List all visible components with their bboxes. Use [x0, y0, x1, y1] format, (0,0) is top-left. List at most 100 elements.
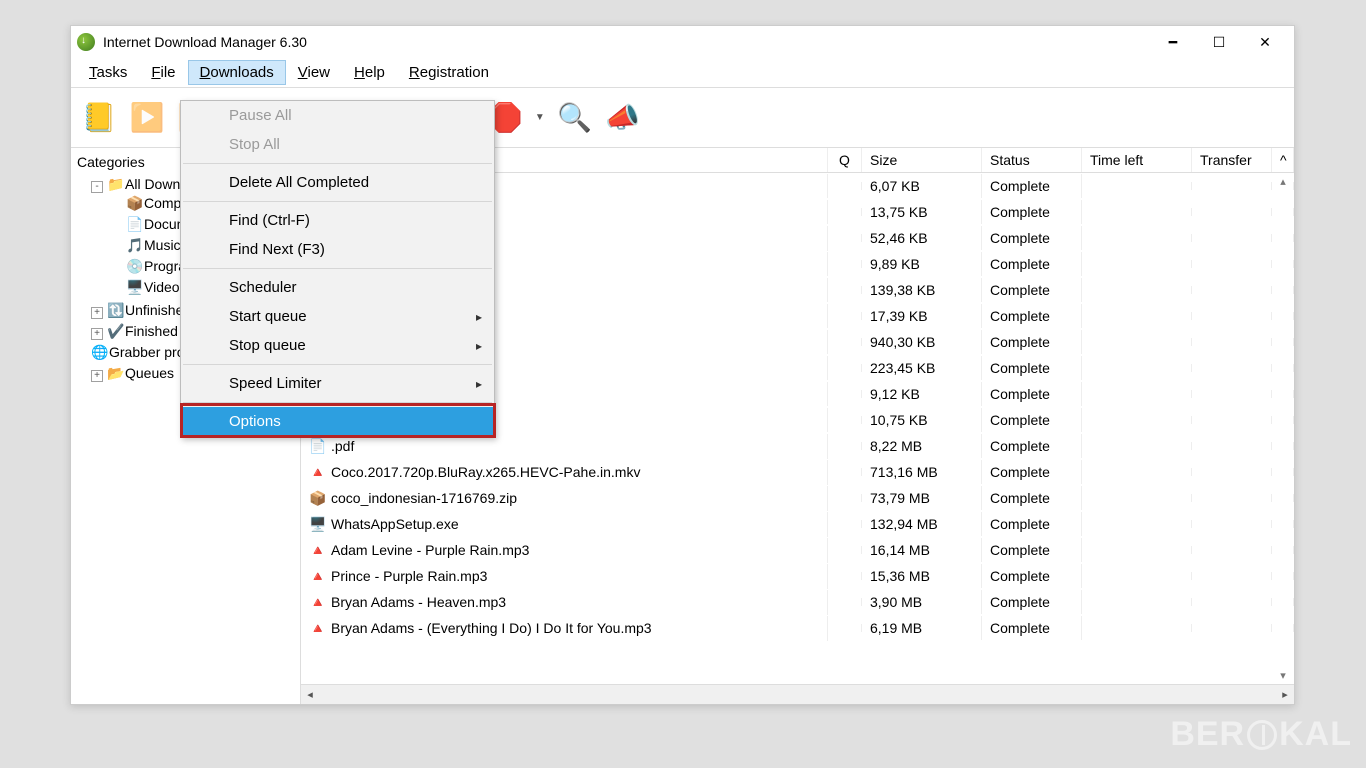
- menu-file[interactable]: File: [139, 60, 187, 85]
- menu-item-delete-all-completed[interactable]: Delete All Completed: [181, 168, 494, 197]
- file-size: 3,90 MB: [862, 590, 982, 614]
- list-row[interactable]: 🖥️WhatsAppSetup.exe132,94 MBComplete: [301, 511, 1294, 537]
- tree-node-icon: 🎵: [126, 237, 144, 254]
- tree-node-icon: ✔️: [107, 323, 125, 340]
- file-size: 9,89 KB: [862, 252, 982, 276]
- submenu-arrow-icon: ▸: [476, 377, 482, 391]
- scroll-right-icon[interactable]: ▸: [1276, 688, 1294, 701]
- maximize-button[interactable]: ☐: [1196, 28, 1242, 56]
- file-status: Complete: [982, 590, 1082, 614]
- close-button[interactable]: ✕: [1242, 28, 1288, 56]
- window-title: Internet Download Manager 6.30: [103, 34, 1150, 50]
- list-row[interactable]: 🔺Bryan Adams - (Everything I Do) I Do It…: [301, 615, 1294, 641]
- tree-node-icon: 📂: [107, 365, 125, 382]
- file-size: 73,79 MB: [862, 486, 982, 510]
- file-status: Complete: [982, 226, 1082, 250]
- file-status: Complete: [982, 564, 1082, 588]
- title-bar: Internet Download Manager 6.30 ━ ☐ ✕: [71, 26, 1294, 58]
- file-size: 17,39 KB: [862, 304, 982, 328]
- file-status: Complete: [982, 460, 1082, 484]
- menu-item-options[interactable]: Options: [181, 407, 494, 436]
- tree-node-icon: 🌐: [91, 344, 109, 361]
- toolbar-resume[interactable]: ▶️: [125, 96, 169, 140]
- menu-item-speed-limiter[interactable]: Speed Limiter▸: [181, 369, 494, 398]
- tree-expander-icon[interactable]: -: [91, 181, 103, 193]
- menu-item-scheduler[interactable]: Scheduler: [181, 273, 494, 302]
- file-type-icon: 📦: [309, 490, 327, 507]
- tree-node-icon: 📦: [126, 195, 144, 212]
- menu-registration[interactable]: Registration: [397, 60, 501, 85]
- scroll-left-icon[interactable]: ◂: [301, 688, 319, 701]
- submenu-arrow-icon: ▸: [476, 339, 482, 353]
- horizontal-scrollbar[interactable]: ◂ ▸: [301, 684, 1294, 704]
- menu-view[interactable]: View: [286, 60, 342, 85]
- tree-node-icon: 🔃: [107, 302, 125, 319]
- tree-expander-icon[interactable]: +: [91, 370, 103, 382]
- file-size: 16,14 MB: [862, 538, 982, 562]
- menu-downloads[interactable]: Downloads: [188, 60, 286, 85]
- tree-node-label: Finished: [125, 323, 178, 339]
- list-row[interactable]: 🔺Bryan Adams - Heaven.mp33,90 MBComplete: [301, 589, 1294, 615]
- file-size: 8,22 MB: [862, 434, 982, 458]
- toolbar-tell-friend[interactable]: 📣: [601, 96, 645, 140]
- tree-node-label: Queues: [125, 365, 174, 381]
- file-status: Complete: [982, 330, 1082, 354]
- list-row[interactable]: 🔺Prince - Purple Rain.mp315,36 MBComplet…: [301, 563, 1294, 589]
- menu-help[interactable]: Help: [342, 60, 397, 85]
- menu-bar: TasksFileDownloadsViewHelpRegistration: [71, 58, 1294, 88]
- file-status: Complete: [982, 252, 1082, 276]
- file-type-icon: 🔺: [309, 464, 327, 481]
- toolbar-stop-queue-arrow[interactable]: ▼: [531, 112, 549, 123]
- menu-separator: [183, 364, 492, 365]
- col-q[interactable]: Q: [828, 148, 862, 172]
- file-type-icon: 📄: [309, 438, 327, 455]
- tree-expander-icon[interactable]: +: [91, 307, 103, 319]
- tree-node-label: Video: [144, 279, 180, 295]
- file-type-icon: 🔺: [309, 594, 327, 611]
- watermark-text-2: KAL: [1279, 715, 1352, 754]
- col-transfer[interactable]: Transfer: [1192, 148, 1272, 172]
- file-name: Prince - Purple Rain.mp3: [331, 568, 487, 584]
- watermark-logo: BER KAL: [1170, 715, 1352, 754]
- menu-item-start-queue[interactable]: Start queue▸: [181, 302, 494, 331]
- toolbar-grabber[interactable]: 🔍: [553, 96, 597, 140]
- file-status: Complete: [982, 304, 1082, 328]
- submenu-arrow-icon: ▸: [476, 310, 482, 324]
- menu-separator: [183, 201, 492, 202]
- toolbar-add-url[interactable]: 📒: [77, 96, 121, 140]
- file-size: 139,38 KB: [862, 278, 982, 302]
- menu-item-stop-queue[interactable]: Stop queue▸: [181, 331, 494, 360]
- menu-tasks[interactable]: Tasks: [77, 60, 139, 85]
- file-status: Complete: [982, 408, 1082, 432]
- file-name: WhatsAppSetup.exe: [331, 516, 459, 532]
- menu-separator: [183, 268, 492, 269]
- menu-separator: [183, 163, 492, 164]
- file-size: 52,46 KB: [862, 226, 982, 250]
- file-name: Coco.2017.720p.BluRay.x265.HEVC-Pahe.in.…: [331, 464, 640, 480]
- col-time[interactable]: Time left: [1082, 148, 1192, 172]
- file-status: Complete: [982, 486, 1082, 510]
- file-size: 10,75 KB: [862, 408, 982, 432]
- window-controls: ━ ☐ ✕: [1150, 28, 1288, 56]
- watermark-text-1: BER: [1170, 715, 1245, 754]
- file-status: Complete: [982, 538, 1082, 562]
- file-name: coco_indonesian-1716769.zip: [331, 490, 517, 506]
- col-status[interactable]: Status: [982, 148, 1082, 172]
- list-row[interactable]: 🔺Adam Levine - Purple Rain.mp316,14 MBCo…: [301, 537, 1294, 563]
- file-size: 223,45 KB: [862, 356, 982, 380]
- file-status: Complete: [982, 616, 1082, 640]
- vertical-scrollbar[interactable]: ▴▾: [1274, 173, 1292, 684]
- list-row[interactable]: 🔺Coco.2017.720p.BluRay.x265.HEVC-Pahe.in…: [301, 459, 1294, 485]
- app-icon: [77, 33, 95, 51]
- list-row[interactable]: 📦coco_indonesian-1716769.zip 73,79 MBComp…: [301, 485, 1294, 511]
- tree-node-icon: 🖥️: [126, 279, 144, 296]
- tree-expander-icon[interactable]: +: [91, 328, 103, 340]
- minimize-button[interactable]: ━: [1150, 28, 1196, 56]
- file-size: 9,12 KB: [862, 382, 982, 406]
- col-size[interactable]: Size: [862, 148, 982, 172]
- file-name: .pdf: [331, 438, 354, 454]
- downloads-dropdown-menu: Pause AllStop AllDelete All CompletedFin…: [180, 100, 495, 437]
- file-name: Adam Levine - Purple Rain.mp3: [331, 542, 529, 558]
- menu-item-find-next-f3-[interactable]: Find Next (F3): [181, 235, 494, 264]
- menu-item-find-ctrl-f-[interactable]: Find (Ctrl-F): [181, 206, 494, 235]
